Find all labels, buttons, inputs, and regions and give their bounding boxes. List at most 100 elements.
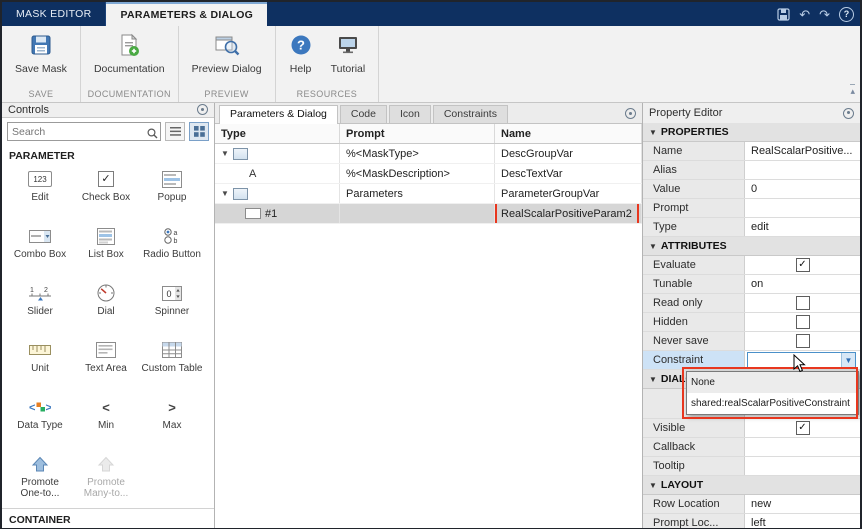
control-list-box[interactable]: List Box: [73, 221, 139, 278]
control-custom-table[interactable]: Custom Table: [139, 335, 205, 392]
grid-view-button[interactable]: [189, 121, 209, 141]
name-field[interactable]: RealScalarPositive...: [745, 142, 860, 160]
control-check-box[interactable]: ✓ Check Box: [73, 164, 139, 221]
control-popup[interactable]: Popup: [139, 164, 205, 221]
property-row-alias: Alias: [643, 161, 860, 180]
prompt-cell[interactable]: [340, 204, 495, 223]
control-spinner[interactable]: 0 Spinner: [139, 278, 205, 335]
chevron-down-icon[interactable]: ▼: [221, 189, 229, 198]
max-icon: >: [168, 399, 176, 415]
row-location-field[interactable]: new: [745, 495, 860, 513]
combo-box-icon: [29, 225, 51, 247]
prompt-field[interactable]: [745, 199, 860, 217]
never-save-checkbox[interactable]: [795, 334, 810, 348]
table-row[interactable]: A %<MaskDescription> DescTextVar: [215, 164, 642, 184]
alias-field[interactable]: [745, 161, 860, 179]
group-label: RESOURCES: [296, 89, 358, 99]
control-combo-box[interactable]: Combo Box: [7, 221, 73, 278]
tab-mask-editor[interactable]: MASK EDITOR: [2, 2, 107, 26]
tab-constraints[interactable]: Constraints: [432, 105, 508, 123]
collapse-toolstrip-icon[interactable]: ▴: [850, 81, 855, 99]
dropdown-option-none[interactable]: None: [687, 372, 858, 393]
name-cell[interactable]: ParameterGroupVar: [495, 184, 642, 203]
container-section-header[interactable]: CONTAINER: [2, 508, 214, 528]
value-field[interactable]: 0: [745, 180, 860, 198]
control-max[interactable]: > Max: [139, 392, 205, 449]
constraint-dropdown[interactable]: ▼: [747, 351, 856, 369]
control-promote-one[interactable]: Promote One-to...: [7, 449, 73, 506]
preview-dialog-icon: [214, 33, 240, 63]
panel-options-icon[interactable]: [843, 107, 854, 119]
help-button[interactable]: ? Help: [280, 31, 322, 77]
documentation-button[interactable]: Documentation: [85, 31, 174, 77]
read-only-checkbox[interactable]: [795, 296, 810, 310]
callback-field[interactable]: [745, 438, 860, 456]
help-icon[interactable]: ?: [839, 6, 854, 22]
tab-icon[interactable]: Icon: [388, 105, 431, 123]
list-view-button[interactable]: [165, 121, 185, 141]
prompt-cell[interactable]: %<MaskDescription>: [340, 164, 495, 183]
dropdown-option-shared-constraint[interactable]: shared:realScalarPositiveConstraint: [687, 393, 858, 414]
popup-icon: [162, 168, 182, 190]
tab-code[interactable]: Code: [339, 105, 387, 123]
control-slider[interactable]: 12 Slider: [7, 278, 73, 335]
panel-options-icon[interactable]: [197, 104, 208, 116]
list-view-icon: [169, 126, 181, 136]
tab-parameters-dialog[interactable]: PARAMETERS & DIALOG: [106, 2, 268, 26]
save-mask-button[interactable]: Save Mask: [6, 31, 76, 77]
tunable-field[interactable]: on: [745, 275, 860, 293]
table-row-selected[interactable]: #1 RealScalarPositiveParam2: [215, 204, 642, 224]
hidden-checkbox[interactable]: [795, 315, 810, 329]
controls-panel-header: Controls: [2, 103, 214, 118]
controls-search-row: [2, 118, 214, 146]
column-header-name[interactable]: Name: [495, 124, 642, 143]
tab-parameters-dialog-pane[interactable]: Parameters & Dialog: [219, 105, 338, 124]
redo-icon[interactable]: ↷: [819, 8, 830, 21]
prompt-location-field[interactable]: left: [745, 514, 860, 528]
column-header-type[interactable]: Type: [215, 124, 340, 143]
table-row[interactable]: ▼ Parameters ParameterGroupVar: [215, 184, 642, 204]
preview-dialog-button[interactable]: Preview Dialog: [183, 31, 271, 77]
control-data-type[interactable]: <> Data Type: [7, 392, 73, 449]
name-cell[interactable]: DescTextVar: [495, 164, 642, 183]
table-row[interactable]: ▼ %<MaskType> DescGroupVar: [215, 144, 642, 164]
toolstrip-group-preview: Preview Dialog PREVIEW: [179, 26, 276, 102]
prompt-cell[interactable]: %<MaskType>: [340, 144, 495, 163]
section-layout[interactable]: ▼ LAYOUT: [643, 476, 860, 495]
search-input[interactable]: [7, 122, 161, 141]
name-cell-highlighted[interactable]: RealScalarPositiveParam2: [495, 204, 642, 223]
tutorial-button[interactable]: Tutorial: [322, 31, 375, 77]
chevron-down-icon[interactable]: ▼: [221, 149, 229, 158]
panel-options-icon[interactable]: [625, 108, 636, 119]
undo-icon[interactable]: ↶: [799, 8, 810, 21]
control-min[interactable]: < Min: [73, 392, 139, 449]
control-unit[interactable]: Unit: [7, 335, 73, 392]
prompt-cell[interactable]: Parameters: [340, 184, 495, 203]
column-header-prompt[interactable]: Prompt: [340, 124, 495, 143]
evaluate-checkbox[interactable]: ✓: [795, 258, 810, 272]
svg-text:?: ?: [297, 38, 305, 53]
type-field[interactable]: edit: [745, 218, 860, 236]
name-cell[interactable]: DescGroupVar: [495, 144, 642, 163]
group-label: SAVE: [28, 89, 54, 99]
button-label: Save Mask: [15, 63, 67, 75]
section-attributes[interactable]: ▼ ATTRIBUTES: [643, 237, 860, 256]
tooltip-field[interactable]: [745, 457, 860, 475]
control-dial[interactable]: Dial: [73, 278, 139, 335]
parameter-section-header[interactable]: PARAMETER: [2, 145, 214, 164]
row-number: #1: [265, 207, 278, 220]
chevron-down-icon[interactable]: ▼: [841, 352, 855, 368]
svg-text:>: >: [46, 402, 52, 414]
edit-field-icon: [245, 208, 261, 219]
visible-checkbox[interactable]: ✓: [795, 421, 810, 435]
parameter-controls-grid: 123 Edit ✓ Check Box Popup Combo Box Lis…: [2, 164, 214, 506]
spinner-icon: 0: [162, 282, 182, 304]
save-icon[interactable]: [777, 7, 790, 21]
property-row-callback: Callback: [643, 438, 860, 457]
control-text-area[interactable]: Text Area: [73, 335, 139, 392]
titlebar-quick-actions: ↶ ↷ ?: [777, 2, 854, 26]
control-edit[interactable]: 123 Edit: [7, 164, 73, 221]
dialog-editor-panel: Parameters & Dialog Code Icon Constraint…: [215, 103, 643, 528]
control-radio-button[interactable]: ab Radio Button: [139, 221, 205, 278]
section-properties[interactable]: ▼ PROPERTIES: [643, 123, 860, 142]
